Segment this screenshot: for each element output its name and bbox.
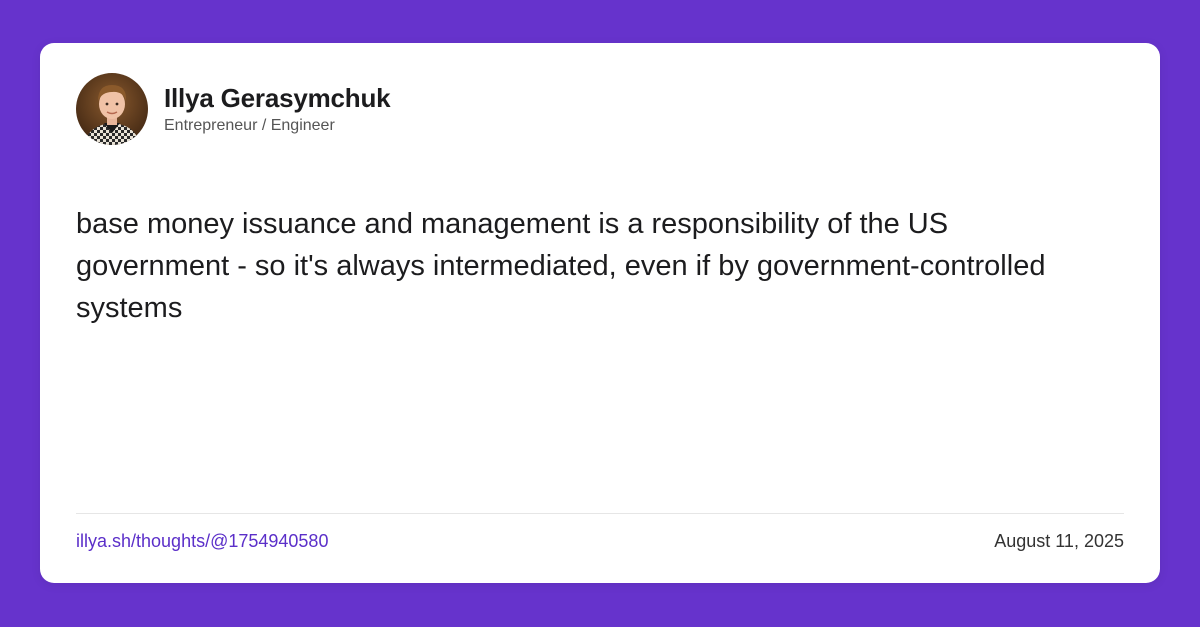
- avatar[interactable]: [76, 73, 148, 145]
- author-header: Illya Gerasymchuk Entrepreneur / Enginee…: [76, 73, 391, 145]
- post-date: August 11, 2025: [994, 531, 1124, 551]
- post-text: base money issuance and management is a …: [76, 208, 1046, 324]
- avatar-photo-icon: [76, 73, 148, 145]
- post-card: Illya Gerasymchuk Entrepreneur / Enginee…: [40, 43, 1160, 583]
- author-role: Entrepreneur / Engineer: [164, 117, 335, 134]
- permalink-link[interactable]: illya.sh/thoughts/@1754940580: [76, 529, 328, 553]
- author-info: Illya Gerasymchuk Entrepreneur / Enginee…: [164, 82, 391, 136]
- footer-divider: [76, 513, 1124, 514]
- author-name[interactable]: Illya Gerasymchuk: [164, 82, 391, 114]
